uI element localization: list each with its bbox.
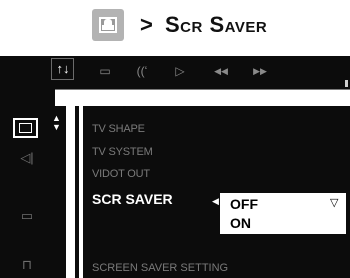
menu-help-text: SCREEN SAVER SETTING — [92, 262, 229, 274]
menu-item-scr-saver[interactable]: SCR SAVER — [92, 191, 173, 207]
option-on[interactable]: ON — [230, 215, 251, 231]
heading-arrow: > — [140, 12, 153, 37]
left-pointer-icon: ◁ — [68, 120, 75, 130]
menu-item-video-out[interactable]: VIDOT OUT — [92, 168, 150, 180]
toolbar-edge — [345, 80, 348, 87]
screen-saver-icon — [92, 9, 124, 41]
play-icon[interactable]: ▷ — [172, 63, 188, 79]
speaker-icon[interactable]: ◁| — [17, 150, 37, 166]
tv-settings-icon[interactable] — [13, 118, 38, 138]
settings-icon[interactable]: ↑↓ — [53, 61, 73, 77]
preferences-icon[interactable]: ⊓ — [17, 257, 37, 273]
toolbar-left-block — [0, 89, 55, 106]
page-heading: > Scr Saver — [0, 0, 350, 52]
menu-item-tv-shape[interactable]: TV SHAPE — [92, 123, 145, 135]
chat-icon[interactable]: ▭ — [17, 208, 37, 224]
option-off[interactable]: OFF — [230, 196, 258, 212]
panel-divider — [66, 106, 75, 278]
rewind-icon[interactable]: ◀◀ — [209, 63, 233, 79]
updown-arrow-icon: ▲ ▼ — [52, 113, 61, 132]
subtitle-icon[interactable]: ▭ — [96, 63, 114, 79]
audio-icon[interactable]: ((ʻ — [131, 63, 153, 79]
dropdown-arrow-icon: ▽ — [330, 197, 339, 209]
panel-divider — [79, 106, 83, 278]
menu-item-tv-system[interactable]: TV SYSTEM — [92, 146, 153, 158]
fast-forward-icon[interactable]: ▶▶ — [248, 63, 272, 79]
heading-title: Scr Saver — [165, 12, 268, 37]
submenu-pointer-icon: ◀ — [212, 196, 219, 206]
